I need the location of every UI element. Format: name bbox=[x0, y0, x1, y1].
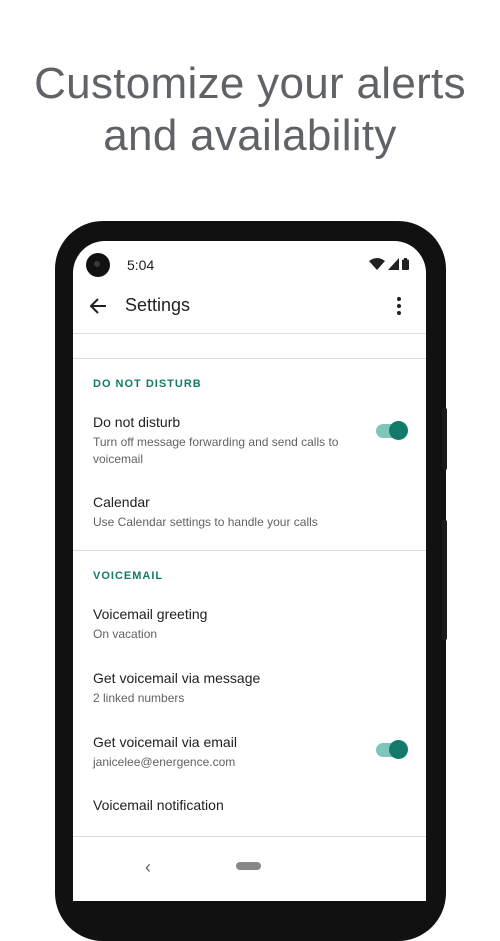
setting-subtitle: Turn off message forwarding and send cal… bbox=[93, 435, 339, 466]
headline-line-1: Customize your alerts bbox=[34, 59, 466, 108]
overflow-menu-button[interactable] bbox=[386, 293, 412, 319]
toggle-thumb bbox=[389, 421, 408, 440]
nav-home-pill[interactable] bbox=[236, 862, 261, 870]
wifi-icon bbox=[369, 258, 385, 270]
setting-subtitle: On vacation bbox=[93, 627, 158, 641]
setting-title: Get voicemail via email bbox=[93, 734, 237, 750]
section-divider bbox=[73, 550, 426, 551]
voicemail-email-toggle[interactable] bbox=[376, 740, 408, 759]
nav-back-button[interactable]: ‹ bbox=[145, 857, 151, 878]
arrow-back-icon bbox=[89, 298, 106, 314]
volume-button bbox=[442, 520, 447, 640]
setting-title: Do not disturb bbox=[93, 414, 181, 430]
headline-line-2: and availability bbox=[103, 111, 397, 160]
setting-title: Calendar bbox=[93, 494, 150, 510]
page-title: Settings bbox=[125, 295, 191, 315]
camera-cutout bbox=[86, 253, 110, 277]
more-vert-icon bbox=[397, 297, 401, 315]
system-nav-bar: ‹ bbox=[73, 836, 426, 901]
status-icons bbox=[369, 258, 409, 270]
section-divider bbox=[73, 358, 426, 359]
dnd-toggle[interactable] bbox=[376, 421, 408, 440]
power-button bbox=[442, 408, 447, 470]
section-header-voicemail: VOICEMAIL bbox=[93, 570, 164, 582]
battery-icon bbox=[402, 258, 409, 270]
setting-title: Voicemail notification bbox=[93, 797, 224, 813]
app-bar: Settings bbox=[73, 281, 426, 334]
toggle-thumb bbox=[389, 740, 408, 759]
setting-subtitle: janicelee@energence.com bbox=[93, 755, 236, 769]
status-time: 5:04 bbox=[127, 257, 155, 273]
section-header-dnd: DO NOT DISTURB bbox=[93, 378, 202, 390]
signal-icon bbox=[388, 258, 399, 270]
headline: Customize your alerts and availability bbox=[0, 58, 500, 162]
setting-subtitle: 2 linked numbers bbox=[93, 691, 185, 705]
setting-title: Get voicemail via message bbox=[93, 670, 261, 686]
phone-screen: 5:04 Settings DO NOT DISTURB Do not dist… bbox=[73, 241, 426, 901]
back-button[interactable] bbox=[85, 293, 111, 319]
setting-title: Voicemail greeting bbox=[93, 606, 208, 622]
setting-subtitle: Use Calendar settings to handle your cal… bbox=[93, 515, 318, 529]
